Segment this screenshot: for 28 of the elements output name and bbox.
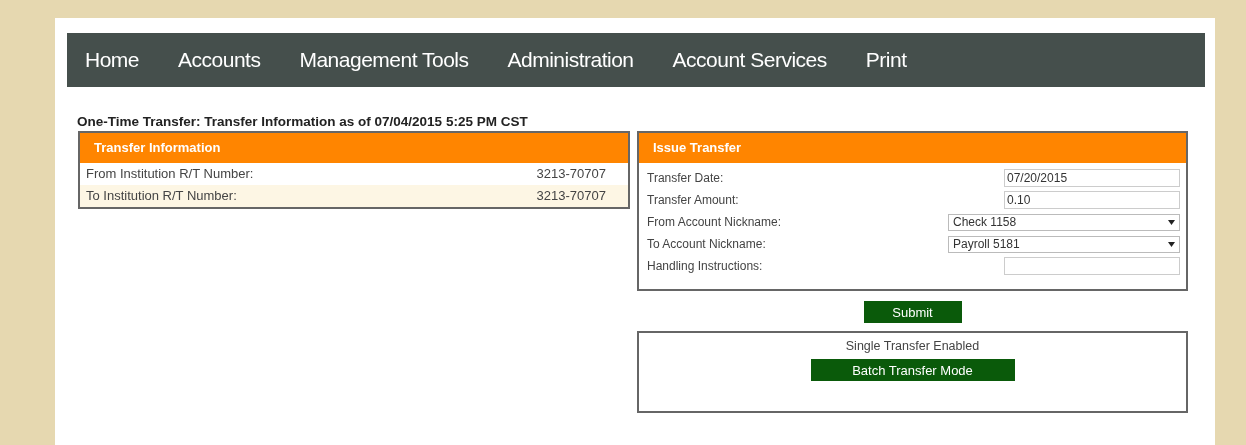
input-field[interactable]	[1004, 257, 1180, 275]
row-value: 3213-70707	[536, 187, 606, 205]
field-label: Transfer Date:	[647, 171, 724, 185]
input-field[interactable]: 07/20/2015	[1004, 169, 1180, 187]
panel-header: Issue Transfer	[639, 133, 1186, 163]
field-label: Transfer Amount:	[647, 193, 739, 207]
nav-link[interactable]: Administration	[507, 48, 634, 72]
panel-header: Transfer Information	[80, 133, 628, 163]
nav-link[interactable]: Home	[85, 48, 140, 72]
nav-link[interactable]: Print	[865, 48, 907, 72]
caret-icon	[1168, 241, 1175, 247]
row-value: 3213-70707	[536, 165, 606, 183]
nav-link[interactable]: Account Services	[672, 48, 827, 72]
dropdown[interactable]: Check 1158	[948, 213, 1180, 231]
nav-link[interactable]: Management Tools	[299, 48, 469, 72]
field-label: Handling Instructions:	[647, 259, 763, 273]
nav-link[interactable]: Accounts	[178, 48, 261, 72]
field-label: To Account Nickname:	[647, 237, 766, 251]
row-label: From Institution R/T Number:	[86, 165, 254, 183]
status-text: Single Transfer Enabled	[845, 339, 980, 353]
page-title: One-Time Transfer: Transfer Information as of 07/04/2015 5:25 PM CST	[77, 114, 529, 131]
submit-button[interactable]: Submit	[863, 301, 962, 323]
caret-icon	[1168, 219, 1175, 225]
row-label: To Institution R/T Number:	[86, 187, 237, 205]
dropdown[interactable]: Payroll 5181	[948, 235, 1180, 253]
field-label: From Account Nickname:	[647, 215, 782, 229]
batch-mode-button[interactable]: Batch Transfer Mode	[810, 359, 1015, 381]
input-field[interactable]: 0.10	[1004, 191, 1180, 209]
